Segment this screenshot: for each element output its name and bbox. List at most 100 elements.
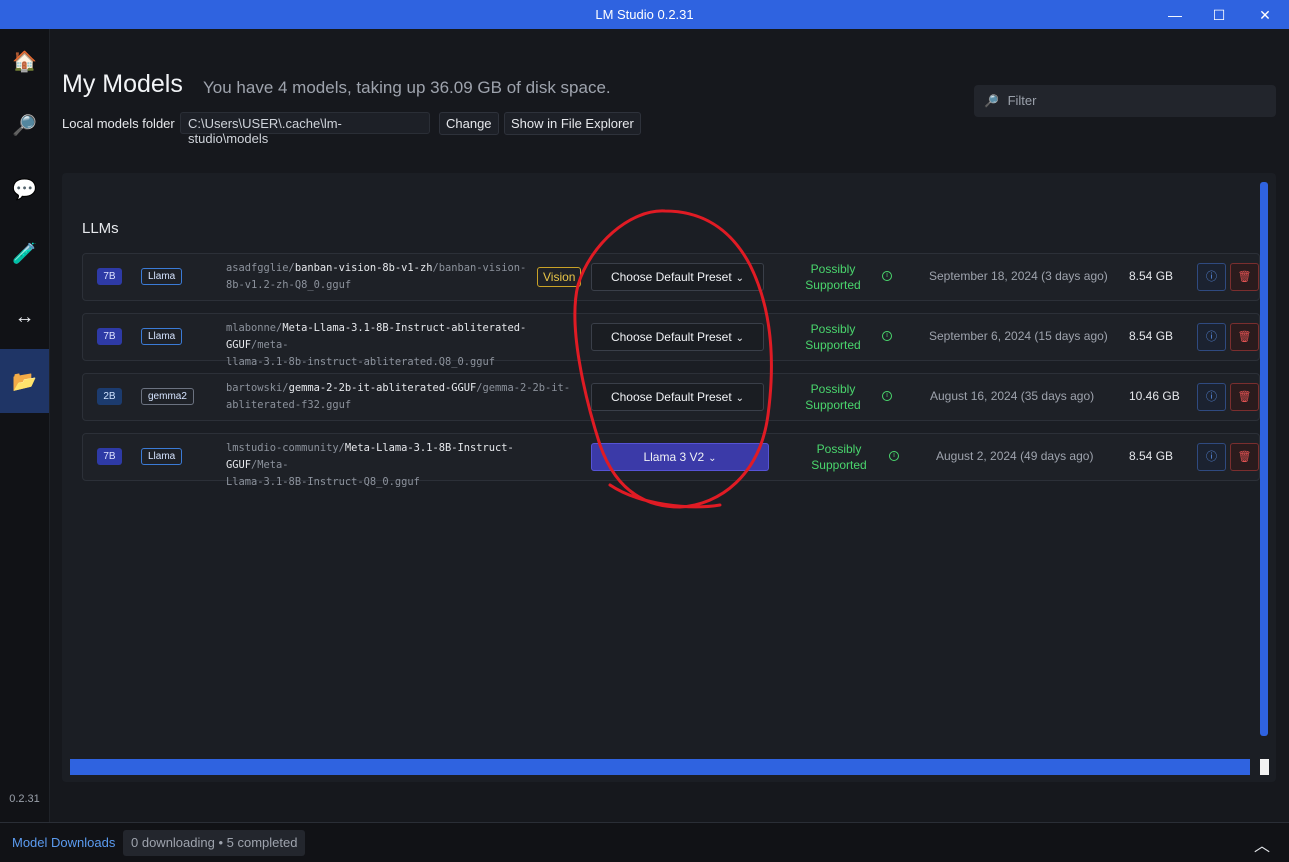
- chevron-up-icon[interactable]: ︿: [1254, 832, 1270, 856]
- arch-badge: Llama: [141, 268, 183, 285]
- chevron-down-icon: ⌄: [735, 333, 745, 344]
- filter-placeholder: Filter: [1007, 93, 1037, 108]
- test-tube-icon: 🧪: [12, 242, 37, 265]
- chat-icon: 💬: [12, 178, 37, 201]
- change-folder-button[interactable]: Change: [439, 112, 499, 135]
- model-info-button[interactable]: ⓘ: [1197, 263, 1226, 291]
- search-icon: 🔎: [984, 94, 999, 108]
- preset-dropdown[interactable]: Choose Default Preset ⌄: [591, 263, 764, 291]
- model-info-button[interactable]: ⓘ: [1197, 323, 1226, 351]
- model-file-part2: abliterated-f32.gguf: [226, 399, 352, 411]
- chevron-down-icon: ⌄: [708, 453, 717, 464]
- chevron-down-icon: ⌄: [735, 393, 745, 404]
- support-line1: Possibly: [810, 382, 856, 396]
- support-line1: Possibly: [810, 262, 856, 276]
- window-title: LM Studio 0.2.31: [595, 7, 694, 22]
- maximize-button[interactable]: ☐: [1204, 4, 1234, 26]
- section-title-llms: LLMs: [82, 220, 119, 237]
- param-size-badge: 7B: [97, 328, 122, 345]
- model-date: August 2, 2024 (49 days ago): [936, 449, 1094, 463]
- model-info-button[interactable]: ⓘ: [1197, 443, 1226, 471]
- model-file-part2: Llama-3.1-8B-Instruct-Q8_0.gguf: [226, 476, 420, 488]
- models-folder-label: Local models folder: [62, 116, 175, 131]
- delete-model-button[interactable]: 🗑: [1230, 263, 1259, 291]
- sidebar-item-my-models[interactable]: 📂: [0, 349, 49, 413]
- chevron-down-icon: ⌄: [735, 273, 745, 284]
- model-file-part1: /banban-vision-: [432, 262, 527, 274]
- show-in-explorer-button[interactable]: Show in File Explorer: [504, 112, 641, 135]
- trash-icon: 🗑: [1237, 391, 1252, 403]
- vertical-scrollbar[interactable]: [1260, 182, 1268, 736]
- model-path: mlabonne/Meta-Llama-3.1-8B-Instruct-abli…: [226, 320, 576, 371]
- model-owner: lmstudio-community/: [226, 442, 345, 454]
- preset-dropdown[interactable]: Llama 3 V2 ⌄: [591, 443, 769, 471]
- support-status: Possibly Supported: [793, 261, 873, 293]
- scrollbar-corner: [1260, 759, 1269, 775]
- support-line1: Possibly: [816, 442, 862, 456]
- info-icon: ⓘ: [1206, 451, 1217, 463]
- sidebar-item-server[interactable]: ↔: [0, 285, 49, 349]
- param-size-badge: 7B: [97, 448, 122, 465]
- trash-icon: 🗑: [1237, 451, 1252, 463]
- info-icon[interactable]: i: [882, 331, 892, 341]
- model-row[interactable]: 7B Llama lmstudio-community/Meta-Llama-3…: [82, 433, 1260, 488]
- info-icon[interactable]: i: [882, 271, 892, 281]
- info-icon: ⓘ: [1206, 271, 1217, 283]
- preset-dropdown[interactable]: Choose Default Preset ⌄: [591, 323, 764, 351]
- arrows-icon: ↔: [14, 305, 35, 328]
- model-file-part2: llama-3.1-8b-instruct-abliterated.Q8_0.g…: [226, 356, 495, 368]
- model-file-part2: 8b-v1.2-zh-Q8_0.gguf: [226, 279, 352, 291]
- title-bar: LM Studio 0.2.31 — ☐ ✕: [0, 0, 1289, 29]
- vision-tag: Vision: [537, 267, 582, 287]
- delete-model-button[interactable]: 🗑: [1230, 323, 1259, 351]
- search-icon: 🔎: [12, 114, 37, 137]
- model-owner: asadfgglie/: [226, 262, 295, 274]
- model-downloads-link[interactable]: Model Downloads: [12, 835, 115, 850]
- model-file-part1: /Meta-: [251, 459, 289, 471]
- sidebar-item-search[interactable]: 🔎: [0, 93, 49, 157]
- support-line2: Supported: [811, 458, 867, 472]
- model-row[interactable]: 2B gemma2 bartowski/gemma-2-2b-it-ablite…: [82, 373, 1260, 421]
- trash-icon: 🗑: [1237, 331, 1252, 343]
- model-path: lmstudio-community/Meta-Llama-3.1-8B-Ins…: [226, 440, 576, 491]
- close-button[interactable]: ✕: [1250, 4, 1280, 26]
- info-icon[interactable]: i: [882, 391, 892, 401]
- model-file-size: 8.54 GB: [1129, 329, 1174, 343]
- model-owner: mlabonne/: [226, 322, 283, 334]
- model-file-size: 10.46 GB: [1129, 389, 1180, 403]
- page-title: My Models: [62, 70, 183, 98]
- model-repo: banban-vision-8b-v1-zh: [294, 262, 433, 274]
- support-status: Possibly Supported: [793, 381, 873, 413]
- model-file-part1: /gemma-2-2b-it-: [476, 382, 571, 394]
- model-info-button[interactable]: ⓘ: [1197, 383, 1226, 411]
- support-line1: Possibly: [810, 322, 856, 336]
- delete-model-button[interactable]: 🗑: [1230, 443, 1259, 471]
- preset-label: Choose Default Preset: [610, 330, 732, 344]
- delete-model-button[interactable]: 🗑: [1230, 383, 1259, 411]
- support-line2: Supported: [805, 278, 861, 292]
- preset-dropdown[interactable]: Choose Default Preset ⌄: [591, 383, 764, 411]
- model-row[interactable]: 7B Llama asadfgglie/banban-vision-8b-v1-…: [82, 253, 1260, 301]
- sidebar-item-home[interactable]: 🏠: [0, 29, 49, 93]
- info-icon: ⓘ: [1206, 331, 1217, 343]
- models-folder-path: C:\Users\USER\.cache\lm-studio\models: [180, 112, 430, 146]
- model-row[interactable]: 7B Llama mlabonne/Meta-Llama-3.1-8B-Inst…: [82, 313, 1260, 368]
- param-size-badge: 2B: [97, 388, 122, 405]
- filter-input[interactable]: 🔎 Filter: [974, 85, 1276, 117]
- arch-badge: gemma2: [141, 388, 194, 405]
- home-icon: 🏠: [12, 50, 37, 73]
- support-status: Possibly Supported: [793, 321, 873, 353]
- model-owner: bartowski/: [226, 382, 289, 394]
- sidebar-item-playground[interactable]: 🧪: [0, 221, 49, 285]
- model-repo: gemma-2-2b-it-abliterated-GGUF: [288, 382, 477, 394]
- model-date: September 18, 2024 (3 days ago): [929, 269, 1108, 283]
- info-icon[interactable]: i: [889, 451, 899, 461]
- footer-bar: Model Downloads 0 downloading • 5 comple…: [0, 822, 1289, 862]
- param-size-badge: 7B: [97, 268, 122, 285]
- sidebar-item-chat[interactable]: 💬: [0, 157, 49, 221]
- folder-icon: 📂: [12, 370, 37, 393]
- model-date: August 16, 2024 (35 days ago): [930, 389, 1095, 403]
- model-file-size: 8.54 GB: [1129, 449, 1174, 463]
- minimize-button[interactable]: —: [1160, 4, 1190, 26]
- horizontal-scrollbar[interactable]: [70, 759, 1250, 775]
